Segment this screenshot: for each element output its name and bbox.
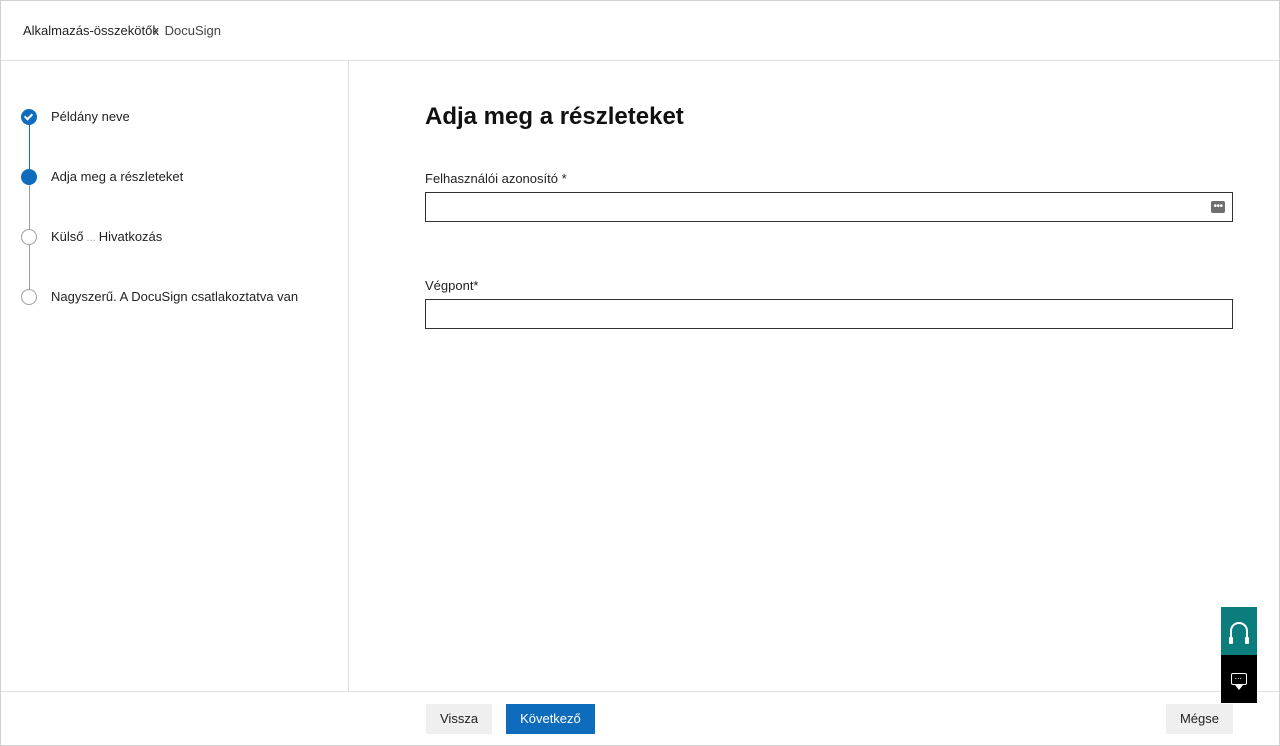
step-label: Példány neve [51, 109, 130, 125]
step-list: Példány neve Adja meg a részleteket Küls… [21, 109, 348, 305]
form-group-user-id: Felhasználói azonosító * [425, 171, 1233, 222]
step-item-external-link[interactable]: Külső...Hivatkozás [21, 229, 348, 289]
form-group-endpoint: Végpont* [425, 278, 1233, 329]
step-label: Adja meg a részleteket [51, 169, 183, 185]
support-button[interactable] [1221, 607, 1257, 655]
cancel-button[interactable]: Mégse [1166, 704, 1233, 734]
step-item-done[interactable]: Nagyszerű. A DocuSign csatlakoztatva van [21, 289, 348, 305]
next-button[interactable]: Következő [506, 704, 595, 734]
user-id-input[interactable] [425, 192, 1233, 222]
page-title: Adja meg a részleteket [425, 103, 1233, 131]
floating-actions [1221, 607, 1257, 703]
endpoint-input[interactable] [425, 299, 1233, 329]
breadcrumb-current: DocuSign [147, 23, 221, 38]
back-button[interactable]: Vissza [426, 704, 492, 734]
input-action-icon[interactable] [1211, 201, 1225, 213]
chat-button[interactable] [1221, 655, 1257, 703]
step-pending-icon [21, 289, 37, 305]
step-connector [29, 125, 30, 169]
endpoint-label: Végpont* [425, 278, 1233, 293]
chat-icon [1231, 673, 1247, 685]
step-connector [29, 185, 30, 229]
step-item-details[interactable]: Adja meg a részleteket [21, 169, 348, 229]
breadcrumb-current-label: DocuSign [165, 23, 221, 38]
headset-icon [1230, 622, 1248, 640]
main-panel: Adja meg a részleteket Felhasználói azon… [349, 61, 1279, 691]
step-pending-icon [21, 229, 37, 245]
wizard-sidebar: Példány neve Adja meg a részleteket Küls… [1, 61, 349, 691]
user-id-label: Felhasználói azonosító * [425, 171, 1233, 186]
step-completed-icon [21, 109, 37, 125]
step-current-icon [21, 169, 37, 185]
footer-toolbar: Vissza Következő Mégse [1, 691, 1279, 745]
header-bar: Alkalmazás-összekötők DocuSign [1, 1, 1279, 61]
chevron-right-icon [150, 27, 158, 35]
step-connector [29, 245, 30, 289]
step-label: Nagyszerű. A DocuSign csatlakoztatva van [51, 289, 298, 305]
step-label: Külső...Hivatkozás [51, 229, 162, 246]
step-item-instance-name[interactable]: Példány neve [21, 109, 348, 169]
breadcrumb-root[interactable]: Alkalmazás-összekötők [23, 23, 159, 38]
